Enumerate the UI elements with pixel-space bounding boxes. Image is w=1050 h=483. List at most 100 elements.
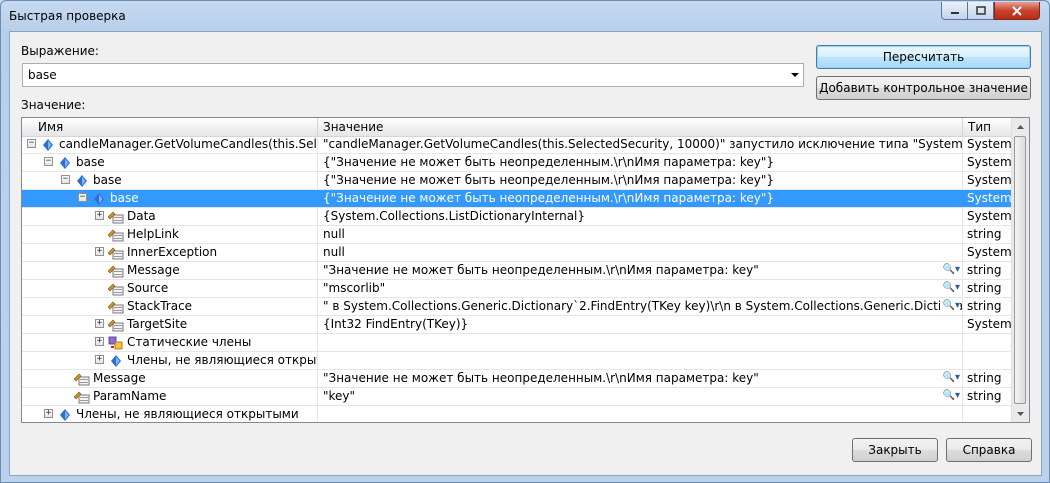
name-cell[interactable]: HelpLink [22, 226, 318, 243]
value-cell[interactable]: null [318, 226, 963, 243]
property-icon [108, 263, 124, 278]
name-cell[interactable]: − base [22, 154, 318, 171]
scroll-up-button[interactable] [1012, 118, 1029, 135]
visualizer-magnifier-icon[interactable]: 🔍▾ [939, 280, 960, 296]
value-cell[interactable]: {"Значение не может быть неопределенным.… [318, 190, 963, 207]
value-cell[interactable]: "Значение не может быть неопределенным.\… [318, 262, 963, 279]
value-cell[interactable]: "candleManager.GetVolumeCandles(this.Sel… [318, 136, 963, 153]
expand-icon[interactable]: + [95, 355, 104, 364]
table-row[interactable]: +InnerExceptionnullSystem.Exception [22, 244, 1022, 262]
grid-header: Имя Значение Тип [22, 118, 1022, 137]
row-name: candleManager.GetVolumeCandles(this.Sele… [59, 137, 317, 151]
name-cell[interactable]: Message [22, 262, 318, 279]
collapse-icon[interactable]: − [61, 175, 70, 184]
table-row[interactable]: − base {"Значение не может быть неопределе… [22, 190, 1022, 208]
collapse-icon[interactable]: − [27, 139, 36, 148]
scroll-down-button[interactable] [1012, 405, 1029, 422]
row-name: Message [93, 371, 146, 385]
table-row[interactable]: + Члены, не являющиеся открытыми [22, 352, 1022, 370]
expand-icon[interactable]: + [44, 409, 53, 418]
name-cell[interactable]: + InnerException [22, 244, 318, 261]
value-cell[interactable]: {"Значение не может быть неопределенным.… [318, 154, 963, 171]
scroll-thumb[interactable] [1014, 136, 1026, 404]
table-row[interactable]: + Data {System.Collections.ListDictionaryI… [22, 208, 1022, 226]
value-cell[interactable]: {"Значение не может быть неопределенным.… [318, 172, 963, 189]
name-cell[interactable]: ParamName [22, 388, 318, 405]
row-value: "candleManager.GetVolumeCandles(this.Sel… [323, 137, 963, 151]
value-cell[interactable]: "Значение не может быть неопределенным.\… [318, 370, 963, 387]
row-value: {"Значение не может быть неопределенным.… [323, 173, 775, 187]
expression-combobox[interactable]: base [22, 63, 804, 87]
column-header-value[interactable]: Значение [318, 118, 963, 136]
maximize-button[interactable] [967, 2, 994, 20]
row-name: Статические члены [127, 335, 252, 349]
table-row[interactable]: ParamName "key" 🔍▾ string [22, 388, 1022, 406]
table-row[interactable]: StackTrace " в System.Collections.Generic… [22, 298, 1022, 316]
row-value: {"Значение не может быть неопределенным.… [323, 191, 775, 205]
visualizer-magnifier-icon[interactable]: 🔍▾ [939, 388, 960, 404]
name-cell[interactable]: + Data [22, 208, 318, 225]
blue-diamond-icon [108, 353, 124, 368]
table-row[interactable]: HelpLink null string [22, 226, 1022, 244]
table-row[interactable]: − base {"Значение не может быть неопределе… [22, 172, 1022, 190]
minimize-icon [950, 11, 959, 14]
row-value: "mscorlib" [323, 281, 386, 295]
add-watch-button[interactable]: Добавить контрольное значение [816, 76, 1031, 100]
table-row[interactable]: + TargetSite {Int32 FindEntry(TKey)} System… [22, 316, 1022, 334]
row-type: string [967, 371, 1002, 385]
table-row[interactable]: Message "Значение не может быть неопредел… [22, 370, 1022, 388]
table-row[interactable]: − base {"Значение не может быть неопределе… [22, 154, 1022, 172]
collapse-icon[interactable]: − [44, 157, 53, 166]
name-cell[interactable]: + Члены, не являющиеся открытыми [22, 352, 318, 369]
close-button[interactable]: Закрыть [852, 438, 938, 462]
visualizer-magnifier-icon[interactable]: 🔍▾ [939, 370, 960, 386]
name-cell[interactable]: − candleManager.GetVolumeCandles(this.Sel… [22, 136, 318, 153]
dropdown-arrow-icon[interactable] [791, 73, 799, 77]
help-button[interactable]: Справка [946, 438, 1032, 462]
table-row[interactable]: Source "mscorlib" 🔍▾ string [22, 280, 1022, 298]
name-cell[interactable]: + TargetSite [22, 316, 318, 333]
row-name: Data [127, 209, 156, 223]
value-cell[interactable]: {System.Collections.ListDictionaryIntern… [318, 208, 963, 225]
table-row[interactable]: + Статические члены [22, 334, 1022, 352]
close-window-button[interactable] [994, 2, 1040, 20]
table-row[interactable]: Message "Значение не может быть неопредел… [22, 262, 1022, 280]
row-value: "Значение не может быть неопределенным.\… [323, 263, 759, 277]
expression-input[interactable]: base [28, 68, 57, 82]
expand-icon[interactable]: + [95, 337, 104, 346]
value-cell[interactable]: "mscorlib" 🔍▾ [318, 280, 963, 297]
value-grid[interactable]: Имя Значение Тип − candleManager.GetVolum… [21, 117, 1030, 423]
blue-diamond-icon [91, 191, 107, 206]
table-row[interactable]: + Члены, не являющиеся открытыми [22, 406, 1022, 422]
visualizer-magnifier-icon[interactable]: 🔍▾ [939, 298, 960, 314]
value-cell[interactable] [318, 406, 963, 422]
row-type: string [967, 299, 1002, 313]
blue-diamond-icon [57, 155, 73, 170]
name-cell[interactable]: − base [22, 172, 318, 189]
expand-icon[interactable]: + [95, 319, 104, 328]
value-cell[interactable] [318, 334, 963, 351]
blue-diamond-icon [40, 137, 56, 152]
property-icon [108, 281, 124, 296]
value-cell[interactable]: "key" 🔍▾ [318, 388, 963, 405]
name-cell[interactable]: + Статические члены [22, 334, 318, 351]
name-cell[interactable]: + Члены, не являющиеся открытыми [22, 406, 318, 422]
vertical-scrollbar[interactable] [1011, 118, 1029, 422]
name-cell[interactable]: Source [22, 280, 318, 297]
value-cell[interactable]: null [318, 244, 963, 261]
value-cell[interactable]: {Int32 FindEntry(TKey)} [318, 316, 963, 333]
visualizer-magnifier-icon[interactable]: 🔍▾ [939, 262, 960, 278]
table-row[interactable]: − candleManager.GetVolumeCandles(this.Sel… [22, 136, 1022, 154]
column-header-name[interactable]: Имя [22, 118, 318, 136]
minimize-button[interactable] [941, 2, 968, 20]
value-cell[interactable] [318, 352, 963, 369]
name-cell[interactable]: StackTrace [22, 298, 318, 315]
expand-icon[interactable]: + [95, 211, 104, 220]
value-cell[interactable]: " в System.Collections.Generic.Dictionar… [318, 298, 963, 315]
name-cell[interactable]: Message [22, 370, 318, 387]
expand-icon[interactable]: + [95, 247, 104, 256]
collapse-icon[interactable]: − [78, 193, 87, 202]
name-cell[interactable]: − base [22, 190, 318, 207]
title-bar[interactable]: Быстрая проверка [1, 1, 1049, 31]
recalculate-button[interactable]: Пересчитать [816, 45, 1031, 69]
